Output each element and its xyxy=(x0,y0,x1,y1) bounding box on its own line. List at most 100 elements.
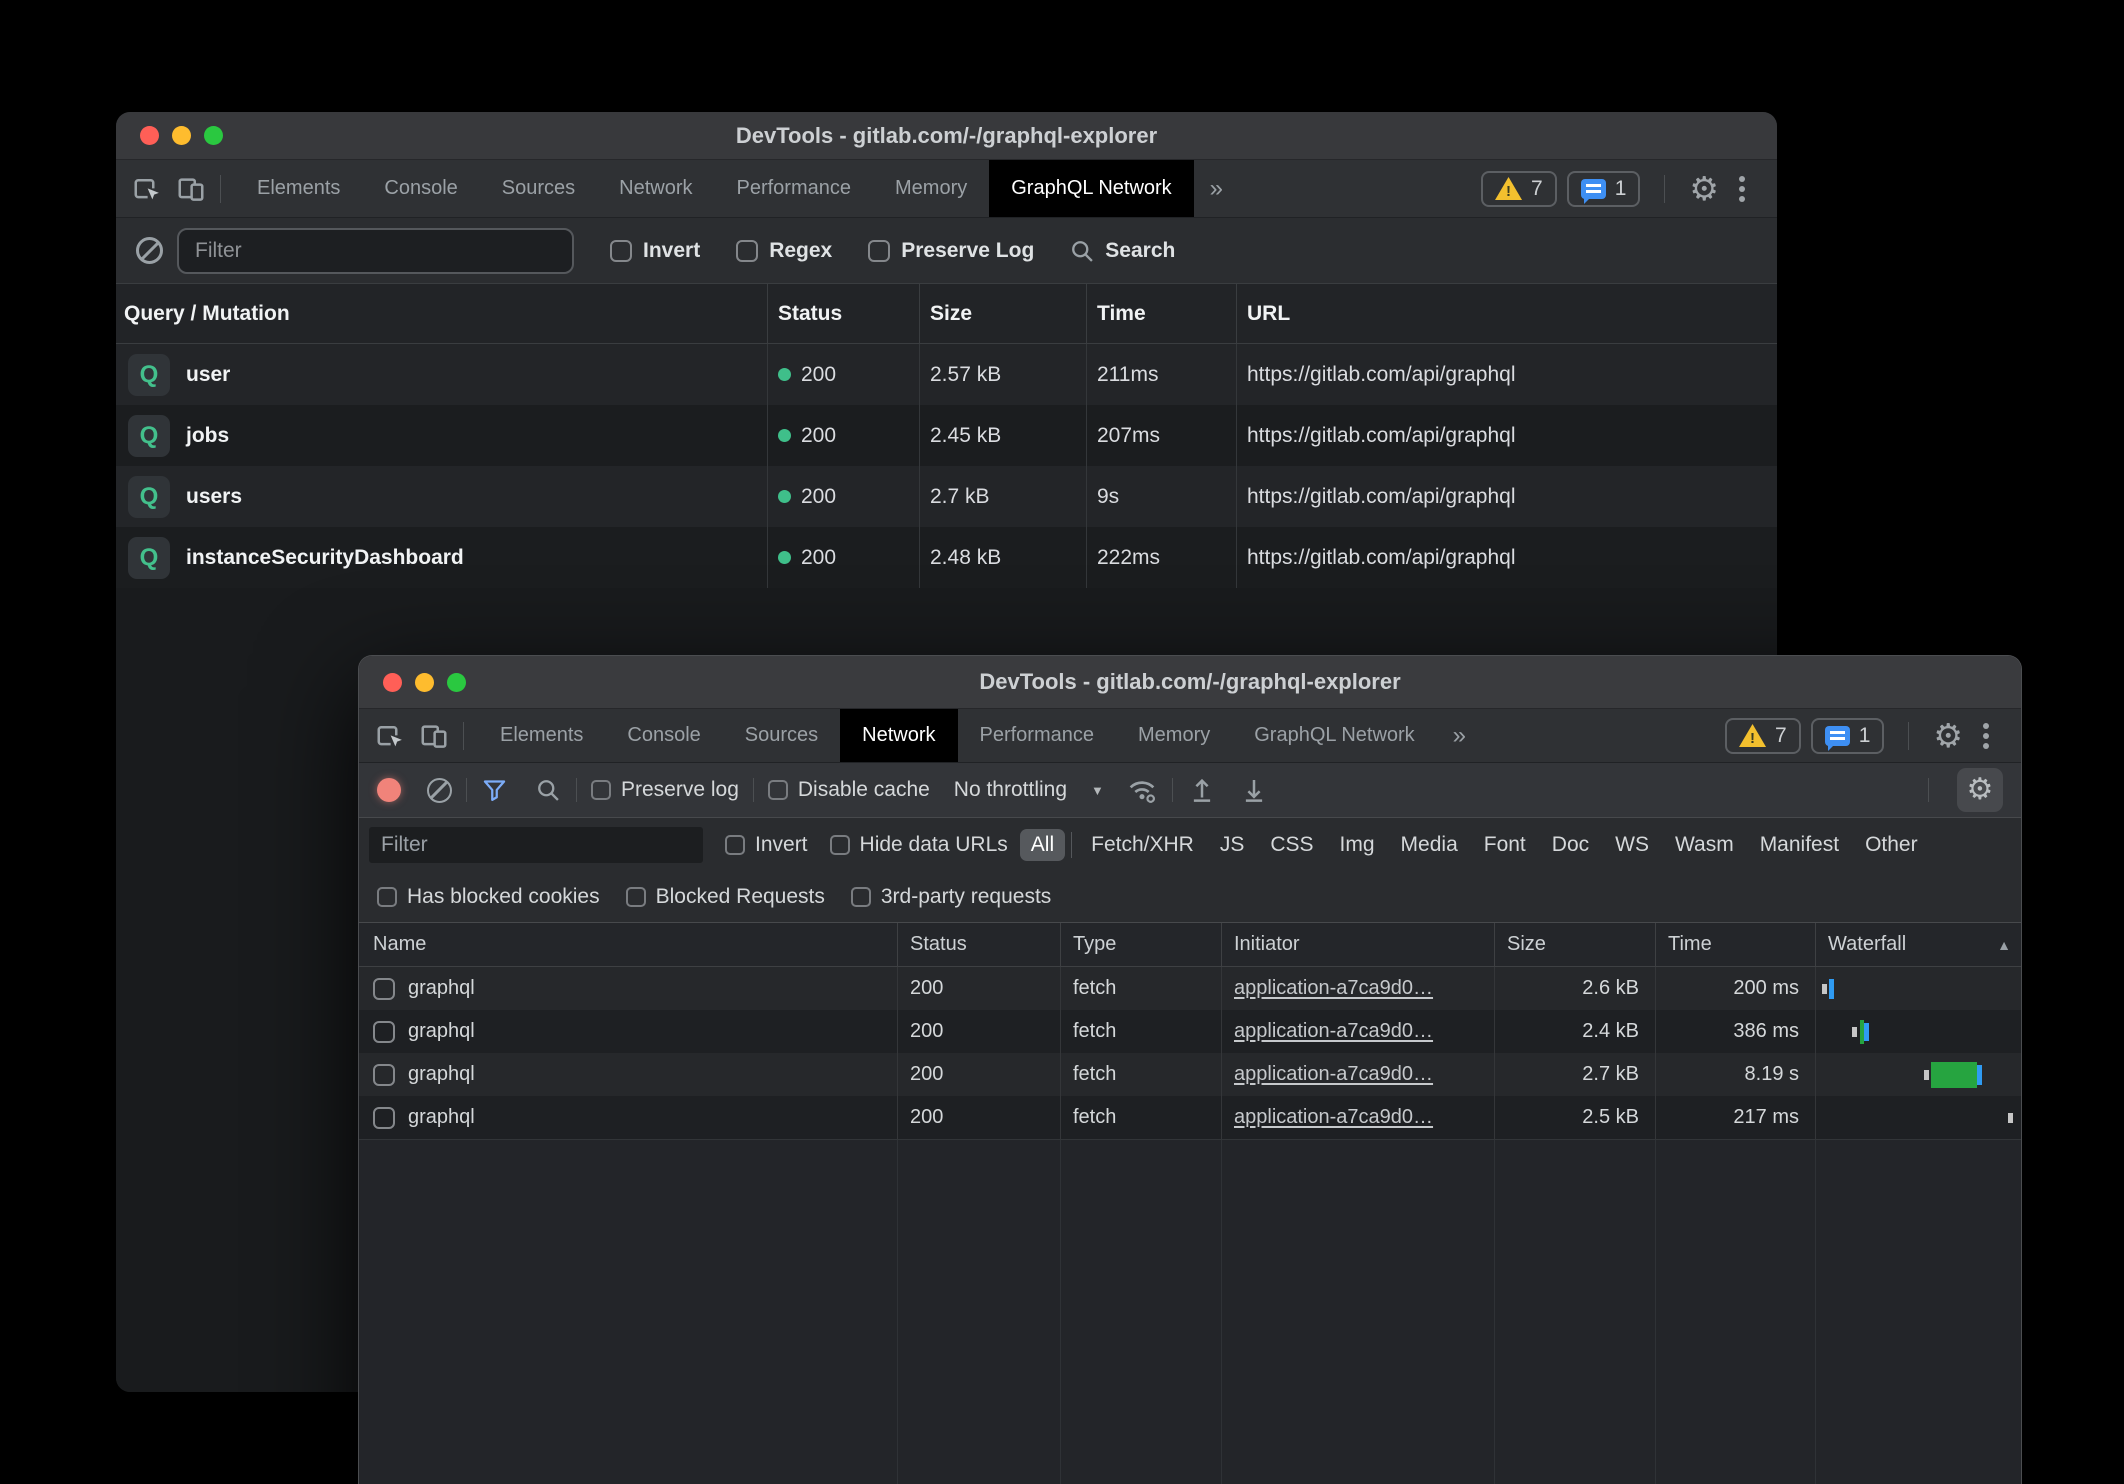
titlebar[interactable]: DevTools - gitlab.com/-/graphql-explorer xyxy=(359,656,2021,709)
has-blocked-cookies-checkbox[interactable] xyxy=(377,887,397,907)
invert-checkbox-group[interactable]: Invert xyxy=(725,833,808,857)
preserve-log-checkbox[interactable] xyxy=(591,780,611,800)
type-filter-ws[interactable]: WS xyxy=(1602,829,1662,861)
zoom-window-button[interactable] xyxy=(204,126,223,145)
minimize-window-button[interactable] xyxy=(172,126,191,145)
graphql-request-row[interactable]: QinstanceSecurityDashboard 200 2.48 kB 2… xyxy=(116,527,1777,588)
tab-console[interactable]: Console xyxy=(605,709,722,762)
network-request-row[interactable]: graphql 200 fetch application-a7ca9d0… 2… xyxy=(359,1010,2021,1053)
blocked-requests-checkbox[interactable] xyxy=(626,887,646,907)
tab-elements[interactable]: Elements xyxy=(235,160,362,217)
waterfall-cell[interactable] xyxy=(1815,967,2022,1010)
column-divider[interactable] xyxy=(897,1140,898,1484)
network-filter-input[interactable] xyxy=(369,827,703,863)
graphql-filter-input[interactable] xyxy=(177,228,574,274)
column-initiator[interactable]: Initiator xyxy=(1221,923,1494,966)
settings-gear-icon[interactable]: ⚙ xyxy=(1689,172,1719,205)
inspect-element-icon[interactable] xyxy=(132,174,162,204)
search-button[interactable]: Search xyxy=(1068,237,1175,265)
request-checkbox[interactable] xyxy=(373,1064,395,1086)
network-request-row[interactable]: graphql 200 fetch application-a7ca9d0… 2… xyxy=(359,1053,2021,1096)
blocked-requests-checkbox-group[interactable]: Blocked Requests xyxy=(626,885,825,909)
type-filter-all[interactable]: All xyxy=(1020,829,1065,861)
tab-network[interactable]: Network xyxy=(840,709,957,762)
settings-gear-icon[interactable]: ⚙ xyxy=(1933,719,1963,752)
has-blocked-cookies-checkbox-group[interactable]: Has blocked cookies xyxy=(377,885,600,909)
column-divider[interactable] xyxy=(1060,1140,1061,1484)
tab-sources[interactable]: Sources xyxy=(480,160,597,217)
preserve-log-checkbox-group[interactable]: Preserve Log xyxy=(868,239,1034,263)
column-size[interactable]: Size xyxy=(919,284,1086,343)
tab-network[interactable]: Network xyxy=(597,160,714,217)
more-tabs-icon[interactable]: » xyxy=(1194,160,1239,217)
graphql-request-row[interactable]: Quser 200 2.57 kB 211ms https://gitlab.c… xyxy=(116,344,1777,405)
column-name[interactable]: Name xyxy=(359,923,897,966)
tab-sources[interactable]: Sources xyxy=(723,709,840,762)
waterfall-cell[interactable] xyxy=(1815,1053,2022,1096)
network-request-row[interactable]: graphql 200 fetch application-a7ca9d0… 2… xyxy=(359,1096,2021,1139)
column-query-mutation[interactable]: Query / Mutation xyxy=(116,284,767,343)
disable-cache-checkbox-group[interactable]: Disable cache xyxy=(768,778,930,802)
column-waterfall[interactable]: Waterfall ▲ xyxy=(1815,923,2022,966)
export-har-icon[interactable] xyxy=(1239,775,1269,805)
invert-checkbox-group[interactable]: Invert xyxy=(610,239,700,263)
third-party-requests-checkbox[interactable] xyxy=(851,887,871,907)
tab-memory[interactable]: Memory xyxy=(873,160,989,217)
clear-network-log-icon[interactable] xyxy=(427,778,452,803)
invert-checkbox[interactable] xyxy=(725,835,745,855)
request-checkbox[interactable] xyxy=(373,1107,395,1129)
type-filter-js[interactable]: JS xyxy=(1207,829,1258,861)
disable-cache-checkbox[interactable] xyxy=(768,780,788,800)
type-filter-img[interactable]: Img xyxy=(1327,829,1388,861)
graphql-request-row[interactable]: Qjobs 200 2.45 kB 207ms https://gitlab.c… xyxy=(116,405,1777,466)
throttling-dropdown[interactable]: No throttling ▼ xyxy=(954,778,1104,802)
type-filter-media[interactable]: Media xyxy=(1388,829,1471,861)
initiator-link[interactable]: application-a7ca9d0… xyxy=(1234,1020,1433,1043)
column-time[interactable]: Time xyxy=(1086,284,1236,343)
column-status[interactable]: Status xyxy=(897,923,1060,966)
search-icon[interactable] xyxy=(534,776,562,804)
more-options-kebab-icon[interactable] xyxy=(1983,733,1989,739)
record-network-log-button[interactable] xyxy=(377,778,401,802)
inspect-element-icon[interactable] xyxy=(375,721,405,751)
type-filter-fetch-xhr[interactable]: Fetch/XHR xyxy=(1078,829,1207,861)
type-filter-manifest[interactable]: Manifest xyxy=(1747,829,1852,861)
tab-elements[interactable]: Elements xyxy=(478,709,605,762)
more-tabs-icon[interactable]: » xyxy=(1437,709,1482,762)
tab-performance[interactable]: Performance xyxy=(715,160,874,217)
warnings-badge[interactable]: 7 xyxy=(1481,171,1557,207)
tab-console[interactable]: Console xyxy=(362,160,479,217)
warnings-badge[interactable]: 7 xyxy=(1725,718,1801,754)
preserve-log-checkbox[interactable] xyxy=(868,240,890,262)
initiator-link[interactable]: application-a7ca9d0… xyxy=(1234,1063,1433,1086)
type-filter-doc[interactable]: Doc xyxy=(1539,829,1602,861)
network-conditions-icon[interactable] xyxy=(1126,774,1158,806)
close-window-button[interactable] xyxy=(383,673,402,692)
column-divider[interactable] xyxy=(1221,1140,1222,1484)
clear-requests-icon[interactable] xyxy=(136,237,163,264)
preserve-log-checkbox-group[interactable]: Preserve log xyxy=(591,778,739,802)
zoom-window-button[interactable] xyxy=(447,673,466,692)
device-toolbar-icon[interactable] xyxy=(176,174,206,204)
invert-checkbox[interactable] xyxy=(610,240,632,262)
network-request-row[interactable]: graphql 200 fetch application-a7ca9d0… 2… xyxy=(359,967,2021,1010)
filter-funnel-icon[interactable] xyxy=(481,777,508,804)
device-toolbar-icon[interactable] xyxy=(419,721,449,751)
request-checkbox[interactable] xyxy=(373,1021,395,1043)
column-time[interactable]: Time xyxy=(1655,923,1815,966)
issues-badge[interactable]: 1 xyxy=(1811,718,1885,754)
third-party-requests-checkbox-group[interactable]: 3rd-party requests xyxy=(851,885,1051,909)
minimize-window-button[interactable] xyxy=(415,673,434,692)
network-settings-button[interactable]: ⚙ xyxy=(1957,768,2003,812)
column-divider[interactable] xyxy=(1494,1140,1495,1484)
initiator-link[interactable]: application-a7ca9d0… xyxy=(1234,1106,1433,1129)
type-filter-wasm[interactable]: Wasm xyxy=(1662,829,1747,861)
tab-performance[interactable]: Performance xyxy=(958,709,1117,762)
type-filter-font[interactable]: Font xyxy=(1471,829,1539,861)
column-status[interactable]: Status xyxy=(767,284,919,343)
issues-badge[interactable]: 1 xyxy=(1567,171,1641,207)
tab-memory[interactable]: Memory xyxy=(1116,709,1232,762)
import-har-icon[interactable] xyxy=(1187,775,1217,805)
type-filter-css[interactable]: CSS xyxy=(1257,829,1326,861)
initiator-link[interactable]: application-a7ca9d0… xyxy=(1234,977,1433,1000)
